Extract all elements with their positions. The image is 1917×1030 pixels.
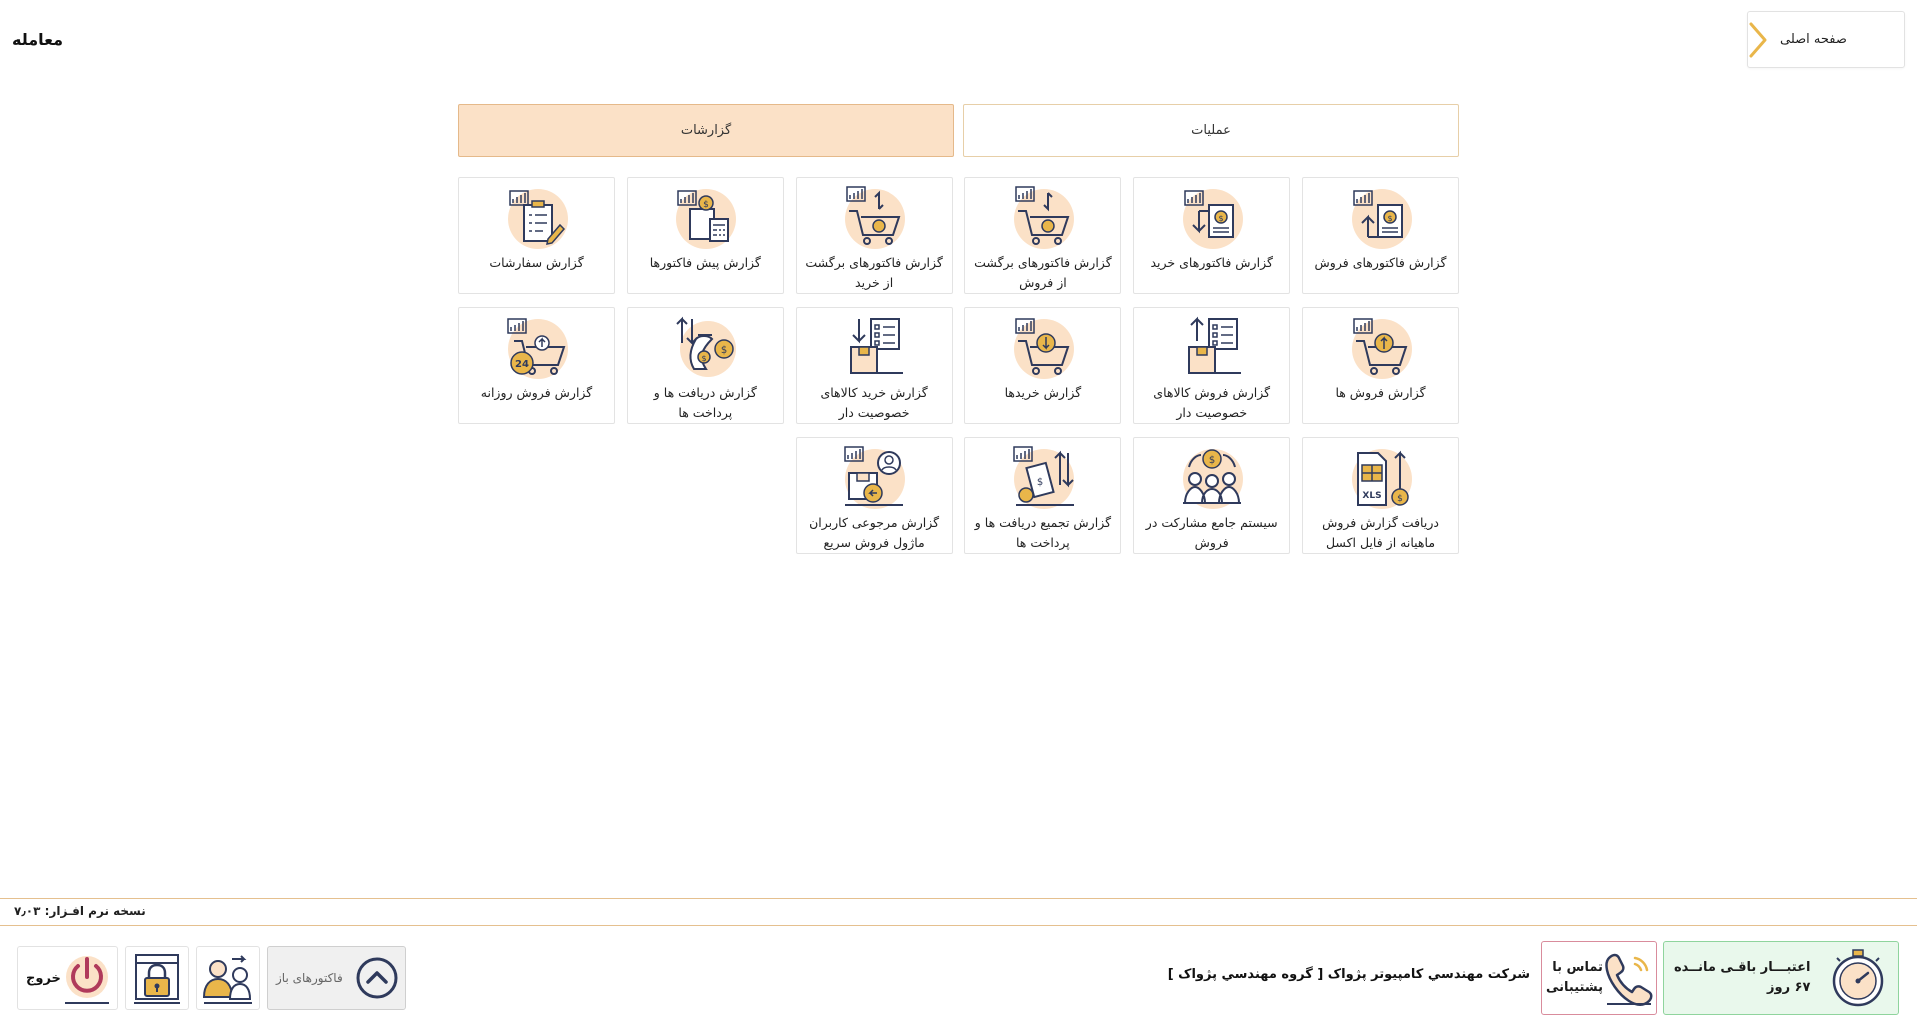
status-bar — [0, 898, 1917, 926]
aggregate-payments-report-icon: $ — [1006, 443, 1080, 511]
tile-proforma-report[interactable]: $ گزارش پیش فاکتورها — [626, 177, 784, 294]
receipts-payments-report-icon: $ $ — [668, 313, 742, 381]
tile-label: گزارش فروش کالاهای خصوصیت دار — [1153, 385, 1271, 420]
tile-user-returns-report[interactable]: گزارش مرجوعی کاربران ماژول فروش سریع — [795, 437, 953, 554]
software-version: نسخه نرم افـزار: ۷٫۰۳ — [14, 904, 146, 918]
phone-icon — [1603, 950, 1655, 1006]
open-invoices-button[interactable]: فاکتورهای باز — [267, 946, 406, 1010]
purchase-return-report-icon — [837, 183, 911, 251]
tile-aggregate-payments-report[interactable]: $ گزارش تجمیع دریافت ها و پرداخت ها — [964, 437, 1122, 554]
tile-purchase-invoice-report[interactable]: $ گزارش فاکتورهای خرید — [1133, 177, 1291, 294]
company-name: شركت مهندسي كامپيوتر پژواک [ گروه مهندسي… — [1167, 967, 1530, 982]
sales-partnership-icon: $ — [1175, 443, 1249, 511]
tile-label: گزارش سفارشات — [489, 255, 584, 270]
tile-label: گزارش دریافت ها و پرداخت ها — [653, 385, 757, 420]
tile-label: گزارش پیش فاکتورها — [649, 255, 761, 270]
featured-goods-purchase-report-icon — [837, 313, 911, 381]
tile-label: گزارش فروش روزانه — [480, 385, 593, 400]
svg-text:$: $ — [1209, 455, 1215, 466]
tile-label: گزارش فروش ها — [1335, 385, 1426, 400]
svg-text:$: $ — [703, 200, 709, 210]
reports-grid: $ گزارش فاکتورهای فروش $ گزارش فاکتورهای… — [458, 177, 1459, 554]
home-button-label: صفحه اصلی — [1780, 32, 1847, 47]
svg-text:$: $ — [721, 345, 727, 356]
tile-label: گزارش خرید کالاهای خصوصیت دار — [820, 385, 928, 420]
tile-label: گزارش فاکتورهای خرید — [1150, 255, 1273, 270]
support-label-2: پشتیبانی — [1546, 980, 1603, 995]
tile-sales-invoice-report[interactable]: $ گزارش فاکتورهای فروش — [1302, 177, 1459, 294]
tile-label: دریافت گزارش فروش ماهیانه از فایل اکسل — [1322, 515, 1439, 550]
credit-text: اعتبـــار باقـی مانــده ۶۷ روز — [1674, 958, 1810, 998]
tile-orders-report[interactable]: گزارش سفارشات — [458, 177, 616, 294]
sales-invoice-report-icon: $ — [1344, 183, 1418, 251]
user-returns-report-icon — [837, 443, 911, 511]
tab-reports[interactable]: گزارشات — [458, 104, 954, 157]
chevron-up-circle-icon — [355, 956, 399, 1000]
svg-text:XLS: XLS — [1362, 491, 1381, 501]
switch-user-icon — [202, 951, 254, 1005]
svg-text:$: $ — [1218, 214, 1223, 223]
excel-monthly-report-icon: XLS $ — [1344, 443, 1418, 511]
tab-operations[interactable]: عملیات — [963, 104, 1459, 157]
tile-label: گزارش فاکتورهای برگشت از فروش — [974, 255, 1112, 290]
tile-label: گزارش فاکتورهای برگشت از خرید — [805, 255, 943, 290]
svg-text:$: $ — [1397, 494, 1403, 504]
orders-report-icon — [500, 183, 574, 251]
tile-excel-monthly-report[interactable]: XLS $ دریافت گزارش فروش ماهیانه از فایل ا… — [1302, 437, 1459, 554]
tile-label: گزارش مرجوعی کاربران ماژول فروش سریع — [809, 515, 940, 550]
page-title: معامله — [12, 30, 64, 49]
power-icon — [61, 951, 113, 1005]
exit-label: خروج — [26, 970, 61, 986]
tile-label: گزارش فاکتورهای فروش — [1314, 255, 1447, 270]
tile-featured-goods-purchase-report[interactable]: گزارش خرید کالاهای خصوصیت دار — [795, 307, 953, 424]
daily-sales-report-icon: 24 — [500, 313, 574, 381]
svg-text:24: 24 — [515, 359, 529, 370]
tile-purchases-report[interactable]: گزارش خریدها — [964, 307, 1122, 424]
stopwatch-icon — [1828, 947, 1888, 1009]
remaining-credit-box: اعتبـــار باقـی مانــده ۶۷ روز — [1663, 941, 1899, 1015]
tile-daily-sales-report[interactable]: 24 گزارش فروش روزانه — [458, 307, 616, 424]
sales-return-report-icon — [1006, 183, 1080, 251]
credit-days: ۶۷ روز — [1767, 980, 1811, 995]
exit-button[interactable]: خروج — [17, 946, 118, 1010]
tile-purchase-return-report[interactable]: گزارش فاکتورهای برگشت از خرید — [795, 177, 953, 294]
credit-label: اعتبـــار باقـی مانــده — [1674, 960, 1811, 975]
tile-sales-return-report[interactable]: گزارش فاکتورهای برگشت از فروش — [964, 177, 1122, 294]
support-text: تماس با پشتیبانی — [1546, 958, 1603, 998]
tile-sales-report[interactable]: گزارش فروش ها — [1302, 307, 1459, 424]
proforma-report-icon: $ — [668, 183, 742, 251]
purchases-report-icon — [1006, 313, 1080, 381]
switch-user-button[interactable] — [196, 946, 260, 1010]
svg-text:$: $ — [1037, 477, 1043, 488]
purchase-invoice-report-icon: $ — [1175, 183, 1249, 251]
tile-sales-partnership[interactable]: $ سیستم جامع مشارکت در فروش — [1133, 437, 1291, 554]
open-invoices-label: فاکتورهای باز — [276, 971, 343, 985]
tile-label: گزارش خریدها — [1004, 385, 1082, 400]
svg-text:$: $ — [702, 354, 707, 363]
sales-report-icon — [1344, 313, 1418, 381]
tile-label: سیستم جامع مشارکت در فروش — [1145, 515, 1278, 550]
featured-goods-sales-report-icon — [1175, 313, 1249, 381]
tile-featured-goods-sales-report[interactable]: گزارش فروش کالاهای خصوصیت دار — [1133, 307, 1291, 424]
tile-receipts-payments-report[interactable]: $ $ گزارش دریافت ها و پرداخت ها — [626, 307, 784, 424]
lock-screen-button[interactable] — [125, 946, 189, 1010]
home-button[interactable]: صفحه اصلی — [1747, 11, 1905, 68]
chevron-right-icon — [1748, 22, 1768, 58]
lock-icon — [132, 951, 182, 1005]
section-tabs: گزارشات عملیات — [458, 104, 1459, 157]
contact-support-button[interactable]: تماس با پشتیبانی — [1541, 941, 1657, 1015]
tile-label: گزارش تجمیع دریافت ها و پرداخت ها — [974, 515, 1112, 550]
svg-text:$: $ — [1387, 214, 1392, 223]
support-label-1: تماس با — [1552, 960, 1603, 975]
